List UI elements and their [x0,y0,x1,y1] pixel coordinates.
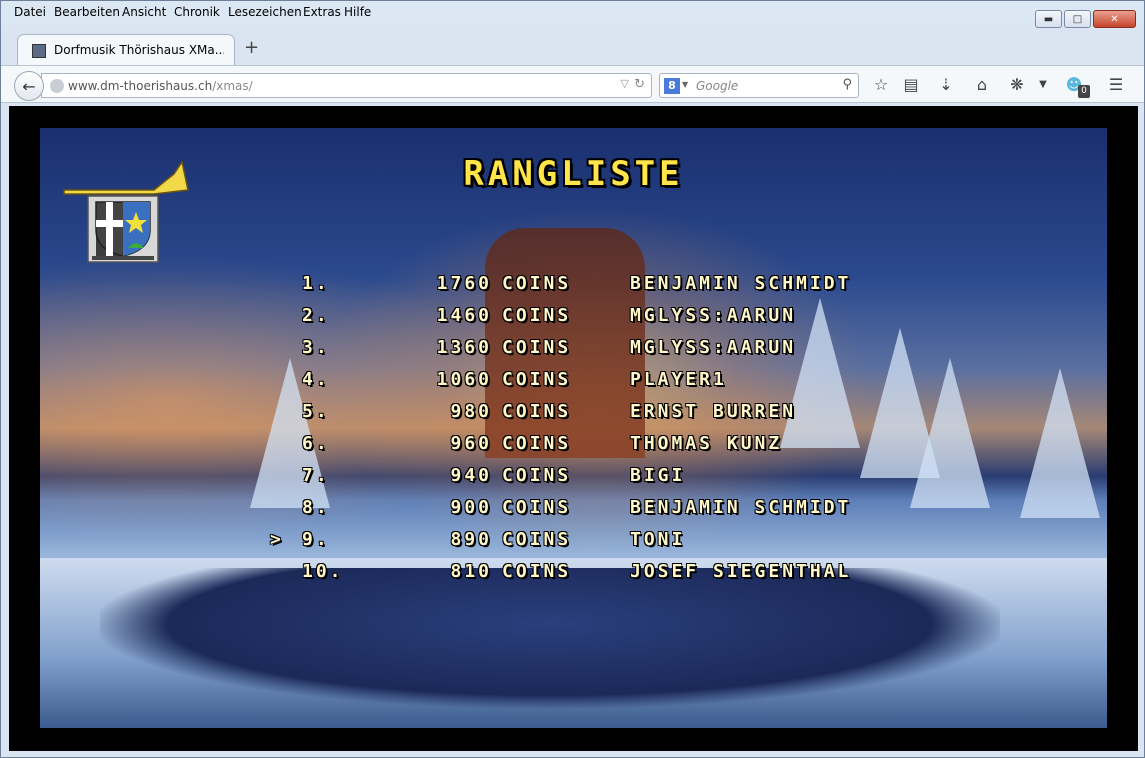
menu-bar: Datei Bearbeiten Ansicht Chronik Lesezei… [1,1,1144,25]
score: 810 [450,561,492,582]
reading-list-icon[interactable]: ▤ [901,75,921,95]
score: 1760 [436,273,492,294]
search-engine-dropdown-icon[interactable]: ▼ [682,80,688,89]
tab-strip: Dorfmusik Thörishaus XMa... + [1,31,1144,65]
ranking-row: 7. 940 COINS BIGI [270,465,870,495]
score-unit: COINS [502,497,572,518]
page-content: RANGLISTE 1. 1760 COINS BENJAMIN SCHMIDT… [9,106,1138,751]
snowy-tree [1020,368,1100,518]
rank: 1. [302,273,330,294]
score: 980 [450,401,492,422]
rank: 2. [302,305,330,326]
browser-window: Datei Bearbeiten Ansicht Chronik Lesezei… [0,0,1145,758]
reload-icon[interactable]: ↻ [634,77,645,92]
url-text[interactable]: www.dm-thoerishaus.ch/xmas/ [68,79,253,93]
home-icon[interactable]: ⌂ [972,75,992,95]
score-unit: COINS [502,369,572,390]
rank: 3. [302,337,330,358]
rank: 5. [302,401,330,422]
player-name: ERNST BURREN [630,401,797,422]
url-dropdown-icon[interactable]: ▽ [621,77,629,90]
url-host: www.dm-thoerishaus.ch [68,79,213,93]
addon-dropdown-icon[interactable]: ▼ [1033,75,1053,95]
ranking-row: 2. 1460 COINS MGLYSS:AARUN [270,305,870,335]
maximize-button[interactable]: □ [1064,10,1091,28]
ghostery-badge: 0 [1078,85,1090,98]
globe-icon [50,79,64,93]
menu-extras[interactable]: Extras [303,5,341,19]
close-button[interactable]: ✕ [1093,10,1136,28]
rank: 4. [302,369,330,390]
score-unit: COINS [502,305,572,326]
hamburger-menu-icon[interactable]: ☰ [1106,75,1126,95]
menu-lesezeichen[interactable]: Lesezeichen [228,5,302,19]
player-name: THOMAS KUNZ [630,433,783,454]
search-input[interactable]: Google [696,79,738,93]
score: 1460 [436,305,492,326]
score: 900 [450,497,492,518]
url-bar[interactable]: www.dm-thoerishaus.ch/xmas/ ▽ ↻ [41,73,652,98]
new-tab-button[interactable]: + [244,37,259,58]
rank: 9. [302,529,330,550]
minimize-button[interactable]: ▬ [1035,10,1062,28]
download-icon[interactable]: ⇣ [936,75,956,95]
menu-bearbeiten[interactable]: Bearbeiten [54,5,120,19]
selection-marker: > [270,529,284,550]
score: 960 [450,433,492,454]
rank: 7. [302,465,330,486]
ranking-row: 1. 1760 COINS BENJAMIN SCHMIDT [270,273,870,303]
score-unit: COINS [502,273,572,294]
player-name: BENJAMIN SCHMIDT [630,273,852,294]
player-name: PLAYER1 [630,369,727,390]
ranking-row: 4. 1060 COINS PLAYER1 [270,369,870,399]
ranking-row: 5. 980 COINS ERNST BURREN [270,401,870,431]
score: 890 [450,529,492,550]
menu-hilfe[interactable]: Hilfe [344,5,371,19]
score: 940 [450,465,492,486]
ranking-row-selected: > 9. 890 COINS TONI [270,529,870,559]
search-go-icon[interactable]: ⚲ [842,77,852,92]
player-name: BIGI [630,465,686,486]
player-name: MGLYSS:AARUN [630,337,797,358]
ranking-row: 6. 960 COINS THOMAS KUNZ [270,433,870,463]
score: 1360 [436,337,492,358]
site-favicon-icon [32,44,46,58]
ranking-row: 8. 900 COINS BENJAMIN SCHMIDT [270,497,870,527]
score-unit: COINS [502,337,572,358]
score-unit: COINS [502,401,572,422]
rank: 6. [302,433,330,454]
rank: 8. [302,497,330,518]
snowy-tree [910,358,990,508]
player-name: BENJAMIN SCHMIDT [630,497,852,518]
score-unit: COINS [502,561,572,582]
tab-title: Dorfmusik Thörishaus XMa... [54,43,224,57]
score-unit: COINS [502,465,572,486]
player-name: JOSEF SIEGENTHAL [630,561,852,582]
score: 1060 [436,369,492,390]
tab-active[interactable]: Dorfmusik Thörishaus XMa... [17,34,235,65]
player-name: MGLYSS:AARUN [630,305,797,326]
menu-chronik[interactable]: Chronik [174,5,220,19]
url-path: /xmas/ [212,79,253,93]
google-engine-icon[interactable]: 8 [664,78,680,94]
player-name: TONI [630,529,686,550]
score-unit: COINS [502,529,572,550]
addon-icon[interactable]: ❋ [1007,75,1027,95]
nav-bar: www.dm-thoerishaus.ch/xmas/ ▽ ↻ ← 8 ▼ Go… [1,65,1144,103]
window-controls: ▬ □ ✕ [1035,10,1136,28]
back-arrow-icon[interactable]: ← [14,71,44,101]
ranking-title: RANGLISTE [463,154,684,194]
search-bar[interactable]: 8 ▼ Google ⚲ [659,73,859,98]
score-unit: COINS [502,433,572,454]
menu-datei[interactable]: Datei [14,5,46,19]
menu-ansicht[interactable]: Ansicht [122,5,166,19]
game-canvas[interactable]: RANGLISTE 1. 1760 COINS BENJAMIN SCHMIDT… [40,128,1107,728]
ranking-row: 3. 1360 COINS MGLYSS:AARUN [270,337,870,367]
bookmark-star-icon[interactable]: ☆ [871,75,891,95]
ranking-row: 10. 810 COINS JOSEF SIEGENTHAL [270,561,870,591]
rank: 10. [302,561,344,582]
